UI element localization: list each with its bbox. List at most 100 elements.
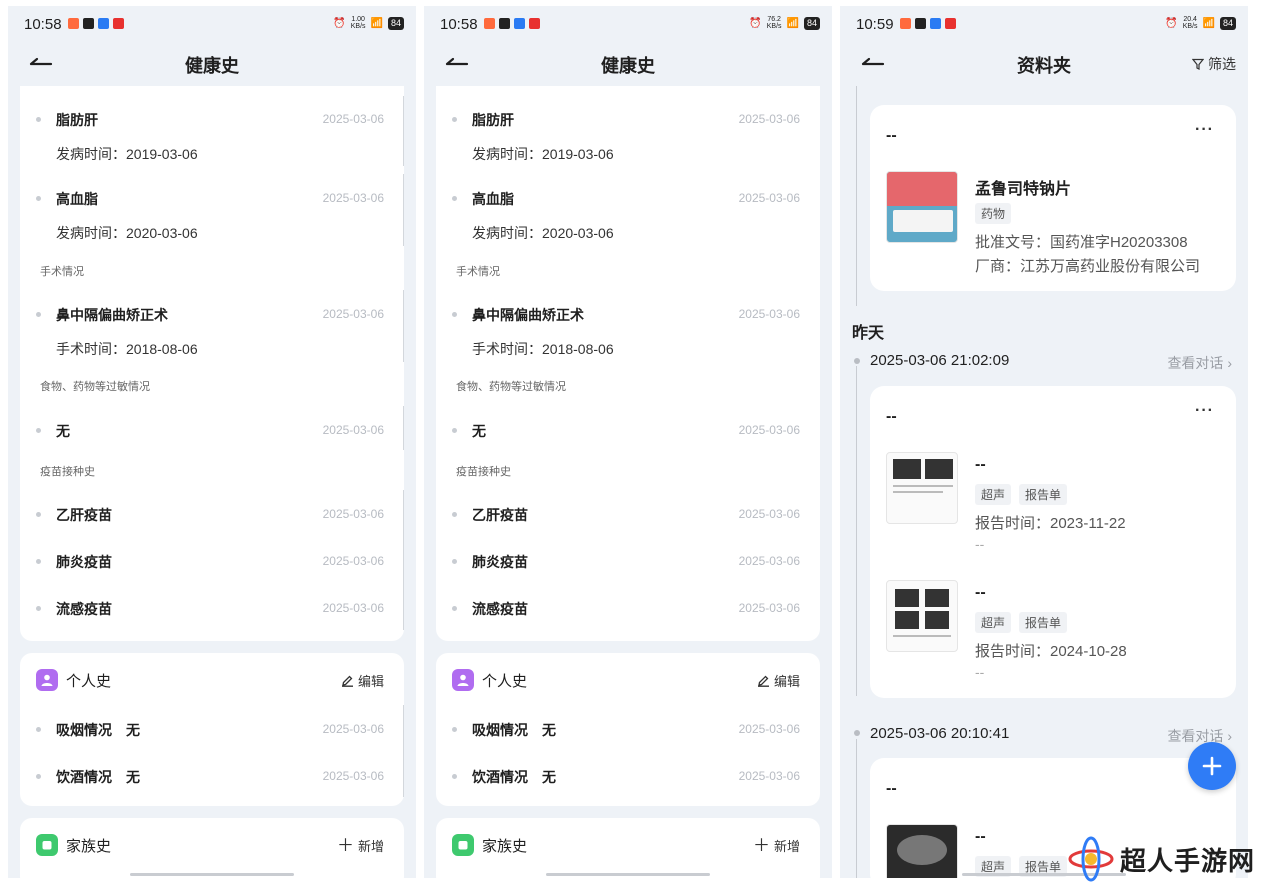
app-notification-icon [930,18,941,29]
ultrasound-thumbnail[interactable] [886,824,958,878]
section-label: 食物、药物等过敏情况 [456,381,566,393]
day-label: 昨天 [852,325,885,342]
divider [403,705,404,797]
divider [403,174,404,246]
watermark-logo-icon [1068,836,1114,882]
watermark-text: 超人手游网 [1120,845,1256,876]
bullet-dot [36,606,41,611]
phone-screen-2: 10:58 ⏰ 76.2 KB/s 📶 84 健康史 脂肪肝 2025-03-06… [424,6,832,878]
group-datetime: 2025-03-06 21:02:09 [870,352,1010,369]
section-title: 个人史 [66,672,112,690]
battery-indicator: 84 [803,16,820,30]
view-conversation-link[interactable]: 查看对话 › [1167,353,1232,373]
bullet-dot [452,428,457,433]
phone-screen-3: 10:59 ⏰ 20.4 KB/s 📶 84 资料夹 筛选 -- ··· 孟鲁司特… [840,6,1248,878]
home-indicator[interactable] [130,873,294,876]
section-label: 手术情况 [456,266,500,278]
signal-icon: 📶 [786,17,799,29]
file-card[interactable]: -- ··· 孟鲁司特钠片 药物 批准文号：国药准字H20203308 厂商：江… [870,105,1236,291]
item-date: 2025-03-06 [738,423,800,437]
report-thumbnail[interactable] [886,580,958,652]
item-date: 2025-03-06 [738,191,800,205]
item-date: 2025-03-06 [322,423,384,437]
page-title: 资料夹 [1017,56,1071,76]
tag-list: 超声 报告单 [975,612,1068,633]
more-options-icon[interactable]: ··· [1195,121,1214,139]
report-time: 报告时间：2024-10-28 [975,643,1127,660]
add-button[interactable]: ＋ 新增 [337,836,384,855]
divider [403,406,404,450]
report-note: -- [975,664,985,680]
network-speed: 1.00 KB/s [350,16,366,30]
person-icon [36,669,58,691]
plus-icon: ＋ [752,836,770,855]
item-title: -- [975,828,986,845]
app-notification-icon [484,18,495,29]
item-date: 2025-03-06 [738,769,800,783]
bullet-dot [452,117,457,122]
file-card[interactable]: -- ··· -- 超声 报告单 报告时间：2023-11-22 -- -- 超… [870,386,1236,698]
item-title: 吸烟情况 无 [472,722,556,738]
item-date: 2025-03-06 [738,554,800,568]
report-thumbnail[interactable] [886,452,958,524]
home-indicator[interactable] [546,873,710,876]
section-title: 家族史 [66,837,112,855]
item-date: 2025-03-06 [738,722,800,736]
item-title: 肺炎疫苗 [472,554,528,570]
app-notification-icon [514,18,525,29]
timeline-dot [854,730,860,736]
tag: 超声 [975,484,1012,505]
timeline-line [856,86,857,306]
add-file-button[interactable] [1188,742,1236,790]
item-date: 2025-03-06 [322,507,384,521]
item-date: 2025-03-06 [738,307,800,321]
edit-button[interactable]: 编辑 [341,671,384,690]
bullet-dot [452,196,457,201]
more-options-icon[interactable]: ··· [1195,402,1214,420]
health-history-card: 脂肪肝 2025-03-06 发病时间：2019-03-06 高血脂 2025-… [20,86,404,641]
alarm-icon: ⏰ [749,17,762,29]
edit-button[interactable]: 编辑 [757,671,800,690]
item-date: 2025-03-06 [738,601,800,615]
item-subtitle: 手术时间：2018-08-06 [472,341,614,357]
section-label: 疫苗接种史 [456,466,511,478]
app-notification-icon [83,18,94,29]
app-notification-icon [68,18,79,29]
item-title: 肺炎疫苗 [56,554,112,570]
item-title: 流感疫苗 [56,601,112,617]
item-title: 脂肪肝 [56,112,98,128]
filter-button[interactable]: 筛选 [1192,54,1236,74]
divider [403,290,404,362]
app-notification-icon [945,18,956,29]
item-subtitle: 发病时间：2020-03-06 [472,225,614,241]
view-conversation-link[interactable]: 查看对话 › [1167,726,1232,746]
section-label: 食物、药物等过敏情况 [40,381,150,393]
site-watermark: 超人手游网 [1068,836,1258,882]
pencil-icon [757,675,769,687]
report-time: 报告时间：2023-11-22 [975,515,1126,532]
health-history-card: 脂肪肝 2025-03-06 发病时间：2019-03-06 高血脂 2025-… [436,86,820,641]
timeline-line [856,739,857,878]
bullet-dot [36,774,41,779]
divider [403,96,404,166]
divider [403,490,404,630]
bullet-dot [36,727,41,732]
add-button[interactable]: ＋ 新增 [753,836,800,855]
nav-bar: 健康史 [424,44,832,84]
item-title: 高血脂 [472,191,514,207]
item-title: 流感疫苗 [472,601,528,617]
medicine-thumbnail[interactable] [886,171,958,243]
family-history-card: 家族史 ＋ 新增 [20,818,404,878]
item-title: -- [975,584,986,601]
item-date: 2025-03-06 [322,191,384,205]
app-notification-icon [98,18,109,29]
group-datetime: 2025-03-06 20:10:41 [870,725,1010,742]
app-notification-icon [900,18,911,29]
app-notification-icon [915,18,926,29]
signal-icon: 📶 [1202,17,1215,29]
app-notification-icon [529,18,540,29]
bullet-dot [36,117,41,122]
family-icon [452,834,474,856]
family-history-card: 家族史 ＋ 新增 [436,818,820,878]
bullet-dot [36,196,41,201]
